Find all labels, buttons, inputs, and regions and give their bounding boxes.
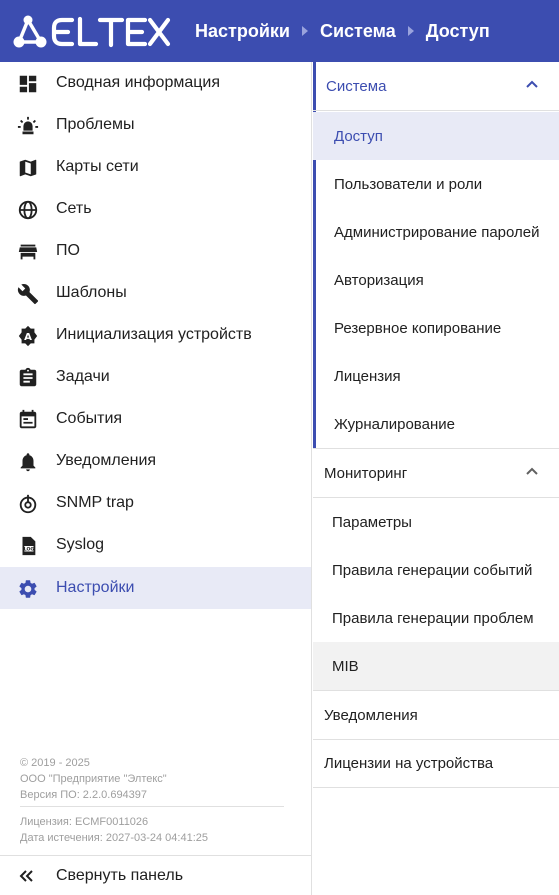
breadcrumb-item-access[interactable]: Доступ	[426, 21, 490, 42]
calendar-icon	[17, 409, 39, 431]
menu-item-event-rules[interactable]: Правила генерации событий	[313, 546, 559, 594]
menu-item-label: Авторизация	[334, 271, 424, 289]
app-header: Настройки Система Доступ	[0, 0, 559, 62]
sidebar-item-label: Инициализация устройств	[56, 326, 252, 343]
license-text: Лицензия: ECMF0011026	[20, 816, 149, 828]
sidebar-item-tasks[interactable]: Задачи	[0, 356, 311, 398]
breadcrumb-item-settings[interactable]: Настройки	[195, 21, 290, 42]
menu-item-label: MIB	[332, 657, 359, 675]
sidebar-item-label: Сеть	[56, 200, 92, 217]
sidebar-item-label: Уведомления	[56, 452, 157, 469]
license-expiry-text: Дата истечения: 2027-03-24 04:41:25	[20, 832, 209, 844]
group-header-device-licenses[interactable]: Лицензии на устройства	[313, 739, 559, 788]
sidebar: Сводная информация Проблемы Карты сети С…	[0, 62, 312, 895]
version-info: © 2019 - 2025 ООО "Предприятие "Элтекс" …	[20, 755, 167, 803]
chevron-up-icon	[526, 467, 538, 475]
sidebar-item-network[interactable]: Сеть	[0, 188, 311, 230]
menu-item-parameters[interactable]: Параметры	[313, 498, 559, 546]
license-info: Лицензия: ECMF0011026 Дата истечения: 20…	[20, 814, 208, 846]
group-header-monitoring[interactable]: Мониторинг	[313, 449, 559, 498]
menu-item-label: Параметры	[332, 513, 412, 531]
snmp-trap-icon	[17, 493, 39, 515]
settings-submenu: Система Доступ Пользователи и роли Админ…	[313, 62, 559, 895]
gear-icon	[17, 578, 39, 600]
menu-item-logging[interactable]: Журналирование	[313, 400, 559, 448]
hexagon-a-icon: A	[17, 325, 39, 347]
menu-item-label: Правила генерации проблем	[332, 609, 534, 627]
sidebar-item-label: Шаблоны	[56, 284, 127, 301]
sidebar-item-problems[interactable]: Проблемы	[0, 104, 311, 146]
sidebar-item-templates[interactable]: Шаблоны	[0, 272, 311, 314]
collapse-panel-button[interactable]: Свернуть панель	[0, 855, 311, 895]
sidebar-item-label: Настройки	[56, 579, 135, 596]
sidebar-item-snmp-trap[interactable]: SNMP trap	[0, 482, 311, 524]
copyright-text: © 2019 - 2025	[20, 757, 90, 769]
map-icon	[17, 157, 39, 179]
chevron-right-icon	[396, 26, 426, 36]
log-file-icon: LOG	[17, 535, 39, 557]
sidebar-item-label: Syslog	[56, 536, 105, 553]
eltex-logo[interactable]	[10, 12, 172, 52]
menu-item-label: Пользователи и роли	[334, 175, 483, 193]
svg-text:A: A	[24, 332, 32, 343]
group-label: Мониторинг	[324, 464, 408, 482]
menu-item-problem-rules[interactable]: Правила генерации проблем	[313, 594, 559, 642]
sidebar-item-network-maps[interactable]: Карты сети	[0, 146, 311, 188]
double-chevron-left-icon	[18, 868, 34, 884]
menu-item-label: Лицензия	[334, 367, 401, 385]
sidebar-item-label: Карты сети	[56, 158, 139, 175]
menu-item-label: Журналирование	[334, 415, 455, 433]
sidebar-item-software[interactable]: ПО	[0, 230, 311, 272]
menu-item-license[interactable]: Лицензия	[313, 352, 559, 400]
menu-item-label: Администрирование паролей	[334, 223, 540, 241]
menu-item-authorization[interactable]: Авторизация	[313, 256, 559, 304]
divider	[20, 806, 284, 807]
collapse-panel-label: Свернуть панель	[56, 866, 184, 884]
wrench-icon	[17, 283, 39, 305]
clipboard-icon	[17, 367, 39, 389]
svg-text:LOG: LOG	[24, 547, 35, 553]
sidebar-item-events[interactable]: События	[0, 398, 311, 440]
sidebar-item-label: Сводная информация	[56, 74, 220, 91]
sidebar-item-label: Задачи	[56, 368, 110, 385]
menu-item-mib[interactable]: MIB	[313, 642, 559, 690]
group-label: Уведомления	[324, 706, 418, 724]
sidebar-item-settings[interactable]: Настройки	[0, 567, 311, 609]
chevron-right-icon	[290, 26, 320, 36]
chevron-up-icon	[526, 80, 538, 88]
menu-item-label: Правила генерации событий	[332, 561, 533, 579]
group-header-notifications[interactable]: Уведомления	[313, 691, 559, 740]
group-label: Лицензии на устройства	[324, 754, 494, 772]
globe-icon	[17, 199, 39, 221]
sidebar-item-notifications[interactable]: Уведомления	[0, 440, 311, 482]
sidebar-item-syslog[interactable]: LOG Syslog	[0, 524, 311, 566]
menu-item-users-roles[interactable]: Пользователи и роли	[313, 160, 559, 208]
bell-icon	[17, 451, 39, 473]
dashboard-icon	[17, 73, 39, 95]
breadcrumb-item-system[interactable]: Система	[320, 21, 396, 42]
breadcrumb: Настройки Система Доступ	[195, 0, 490, 62]
version-text: Версия ПО: 2.2.0.694397	[20, 789, 148, 801]
sidebar-item-label: SNMP trap	[56, 494, 134, 511]
menu-item-label: Доступ	[334, 127, 383, 145]
menu-item-label: Резервное копирование	[334, 319, 502, 337]
alarm-light-icon	[17, 115, 39, 137]
sidebar-item-label: ПО	[56, 242, 80, 259]
menu-item-access[interactable]: Доступ	[313, 112, 559, 160]
group-label: Система	[326, 77, 387, 95]
company-text: ООО "Предприятие "Элтекс"	[20, 773, 167, 785]
group-header-system[interactable]: Система	[313, 62, 559, 111]
store-icon	[17, 241, 39, 263]
sidebar-item-label: Проблемы	[56, 116, 135, 133]
sidebar-item-dashboard[interactable]: Сводная информация	[0, 62, 311, 104]
sidebar-item-label: События	[56, 410, 123, 427]
menu-item-password-admin[interactable]: Администрирование паролей	[313, 208, 559, 256]
menu-item-backup[interactable]: Резервное копирование	[313, 304, 559, 352]
sidebar-item-device-init[interactable]: A Инициализация устройств	[0, 314, 311, 356]
